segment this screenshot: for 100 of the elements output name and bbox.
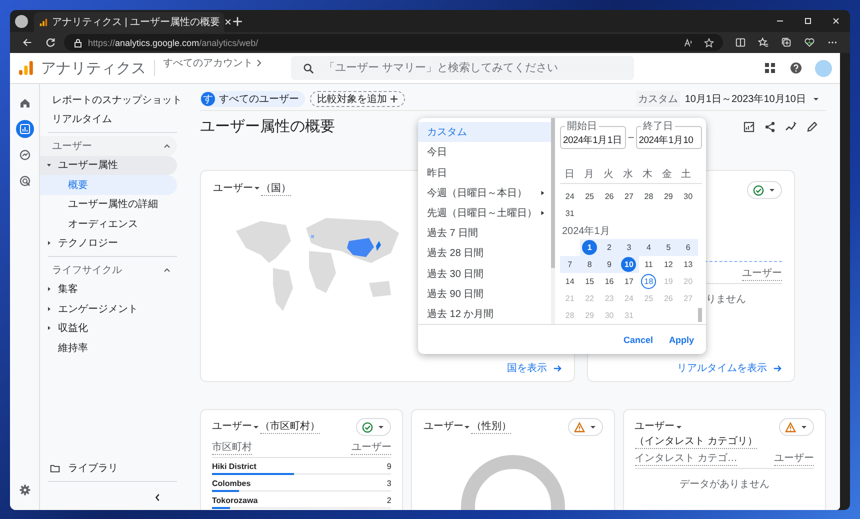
- sidebar-item[interactable]: 維持率: [40, 338, 177, 358]
- card-link[interactable]: 国を表示: [507, 361, 547, 375]
- add-comparison-button[interactable]: 比較対象を追加: [310, 91, 405, 107]
- sidebar-section-header[interactable]: ユーザー: [40, 136, 177, 156]
- status-dropdown[interactable]: [568, 418, 603, 436]
- preset-option[interactable]: 過去 90 日間: [418, 284, 551, 304]
- customize-report-icon[interactable]: [743, 120, 755, 132]
- chevron-icon[interactable]: [163, 266, 171, 274]
- preset-option[interactable]: 過去 30 日間: [418, 263, 551, 284]
- calendar-day[interactable]: 10: [621, 257, 636, 272]
- plus-icon[interactable]: [232, 16, 243, 26]
- close-icon[interactable]: [831, 16, 841, 26]
- profile-avatar[interactable]: [15, 14, 28, 28]
- calendar-day[interactable]: 12: [660, 257, 676, 272]
- help-icon[interactable]: [790, 62, 802, 74]
- maximize-icon[interactable]: [803, 16, 813, 26]
- calendar-day[interactable]: 26: [602, 189, 617, 204]
- arrow-right-icon[interactable]: [773, 364, 782, 372]
- close-icon[interactable]: [224, 18, 232, 26]
- scrollbar-thumb[interactable]: [551, 118, 555, 268]
- collections-icon[interactable]: [781, 37, 792, 48]
- column-header[interactable]: インタレスト カテゴ…: [634, 451, 738, 466]
- scrollbar-thumb[interactable]: [698, 308, 702, 322]
- apply-button[interactable]: Apply: [664, 332, 698, 348]
- calendar-day[interactable]: 30: [680, 189, 696, 204]
- reports-nav-button[interactable]: [16, 120, 34, 138]
- preset-option[interactable]: 先週（日曜日～土曜日）: [418, 202, 551, 224]
- sidebar-item[interactable]: 集客: [40, 280, 177, 299]
- preset-option[interactable]: 過去 12 か月間: [418, 304, 551, 324]
- sidebar-section-header[interactable]: ライフサイクル: [40, 260, 177, 280]
- preset-option[interactable]: 今週（日曜日～本日）: [418, 182, 551, 203]
- preset-option[interactable]: 過去 7 日間: [418, 223, 551, 244]
- sidebar-item[interactable]: エンゲージメント: [40, 299, 177, 318]
- card-link[interactable]: リアルタイムを表示: [677, 361, 767, 375]
- apps-grid-icon[interactable]: [764, 62, 776, 74]
- heart-icon[interactable]: [804, 37, 815, 48]
- calendar-day[interactable]: 14: [562, 274, 578, 289]
- calendar-day[interactable]: 29: [660, 189, 676, 204]
- chevron-right-icon[interactable]: [255, 59, 263, 67]
- sidebar-item[interactable]: ユーザー属性: [40, 156, 177, 175]
- pencil-icon[interactable]: [806, 120, 818, 132]
- star-icon[interactable]: [704, 38, 714, 48]
- column-header[interactable]: ユーザー: [774, 451, 814, 466]
- calendar-day[interactable]: 13: [680, 257, 696, 272]
- status-dropdown[interactable]: [778, 418, 814, 436]
- sidebar-item[interactable]: ユーザー属性の詳細: [40, 194, 177, 214]
- metric-dropdown[interactable]: ユーザー: [423, 420, 472, 433]
- metric-dropdown[interactable]: ユーザー: [634, 420, 683, 433]
- caret-icon[interactable]: [46, 286, 52, 292]
- reload-icon[interactable]: [45, 37, 56, 48]
- chevron-icon[interactable]: [163, 142, 171, 150]
- calendar-day[interactable]: 11: [641, 257, 656, 272]
- preset-option[interactable]: カスタム: [418, 122, 551, 142]
- preset-option[interactable]: 今日: [418, 142, 551, 162]
- search-field[interactable]: 「ユーザー サマリー」と検索してみてください: [291, 56, 634, 80]
- metric-dropdown[interactable]: ユーザー: [212, 420, 260, 433]
- insights-icon[interactable]: [785, 120, 797, 132]
- caret-icon[interactable]: [46, 162, 52, 168]
- preset-option[interactable]: 昨日: [418, 162, 551, 183]
- split-screen-icon[interactable]: [735, 37, 746, 48]
- sidebar-item[interactable]: テクノロジー: [40, 234, 177, 253]
- caret-icon[interactable]: [46, 306, 52, 312]
- column-header[interactable]: 市区町村: [212, 440, 252, 455]
- sidebar-item[interactable]: オーディエンス: [40, 214, 177, 234]
- favorites-icon[interactable]: [758, 37, 769, 48]
- caret-icon[interactable]: [46, 240, 52, 246]
- sidebar-item[interactable]: 概要: [40, 175, 177, 194]
- analytics-logo[interactable]: [18, 60, 34, 76]
- calendar-day[interactable]: 15: [582, 274, 598, 289]
- address-bar[interactable]: https://analytics.google.com/analytics/web/: [64, 34, 723, 51]
- share-icon[interactable]: [764, 120, 776, 132]
- arrow-right-icon[interactable]: [553, 364, 562, 372]
- calendar-day[interactable]: 1: [582, 240, 598, 255]
- calendar-day[interactable]: 25: [582, 189, 598, 204]
- preset-option[interactable]: 過去 28 日間: [418, 243, 551, 264]
- collapse-icon[interactable]: [154, 493, 161, 502]
- calendar-day[interactable]: 28: [641, 189, 656, 204]
- segment-chip[interactable]: す すべてのユーザー: [200, 91, 305, 107]
- sidebar-item[interactable]: 収益化: [40, 318, 177, 338]
- cancel-button[interactable]: Cancel: [619, 332, 657, 348]
- status-dropdown[interactable]: [356, 418, 392, 436]
- caret-icon[interactable]: [46, 325, 52, 332]
- metric-dropdown[interactable]: ユーザー: [213, 181, 261, 195]
- calendar-day[interactable]: 27: [621, 189, 636, 204]
- back-arrow-icon[interactable]: [22, 37, 33, 48]
- calendar-day[interactable]: 17: [621, 274, 636, 289]
- account-link[interactable]: すべてのアカウント: [163, 56, 253, 70]
- column-header[interactable]: ユーザー: [351, 440, 392, 455]
- library-link[interactable]: ライブラリ: [40, 458, 177, 478]
- date-range-selector[interactable]: 10月1日～2023年10月10日: [684, 92, 820, 106]
- settings-icon[interactable]: [18, 484, 30, 496]
- sidebar-item[interactable]: リアルタイム: [40, 110, 177, 129]
- calendar-day[interactable]: 18: [641, 274, 656, 289]
- sidebar-item[interactable]: レポートのスナップショット: [40, 90, 177, 110]
- calendar-day[interactable]: 31: [562, 206, 578, 221]
- calendar-day[interactable]: 24: [562, 189, 578, 204]
- column-header[interactable]: ユーザー: [742, 266, 782, 281]
- calendar-day[interactable]: 16: [602, 274, 617, 289]
- read-aloud-icon[interactable]: [684, 38, 694, 48]
- status-dropdown[interactable]: [747, 181, 782, 199]
